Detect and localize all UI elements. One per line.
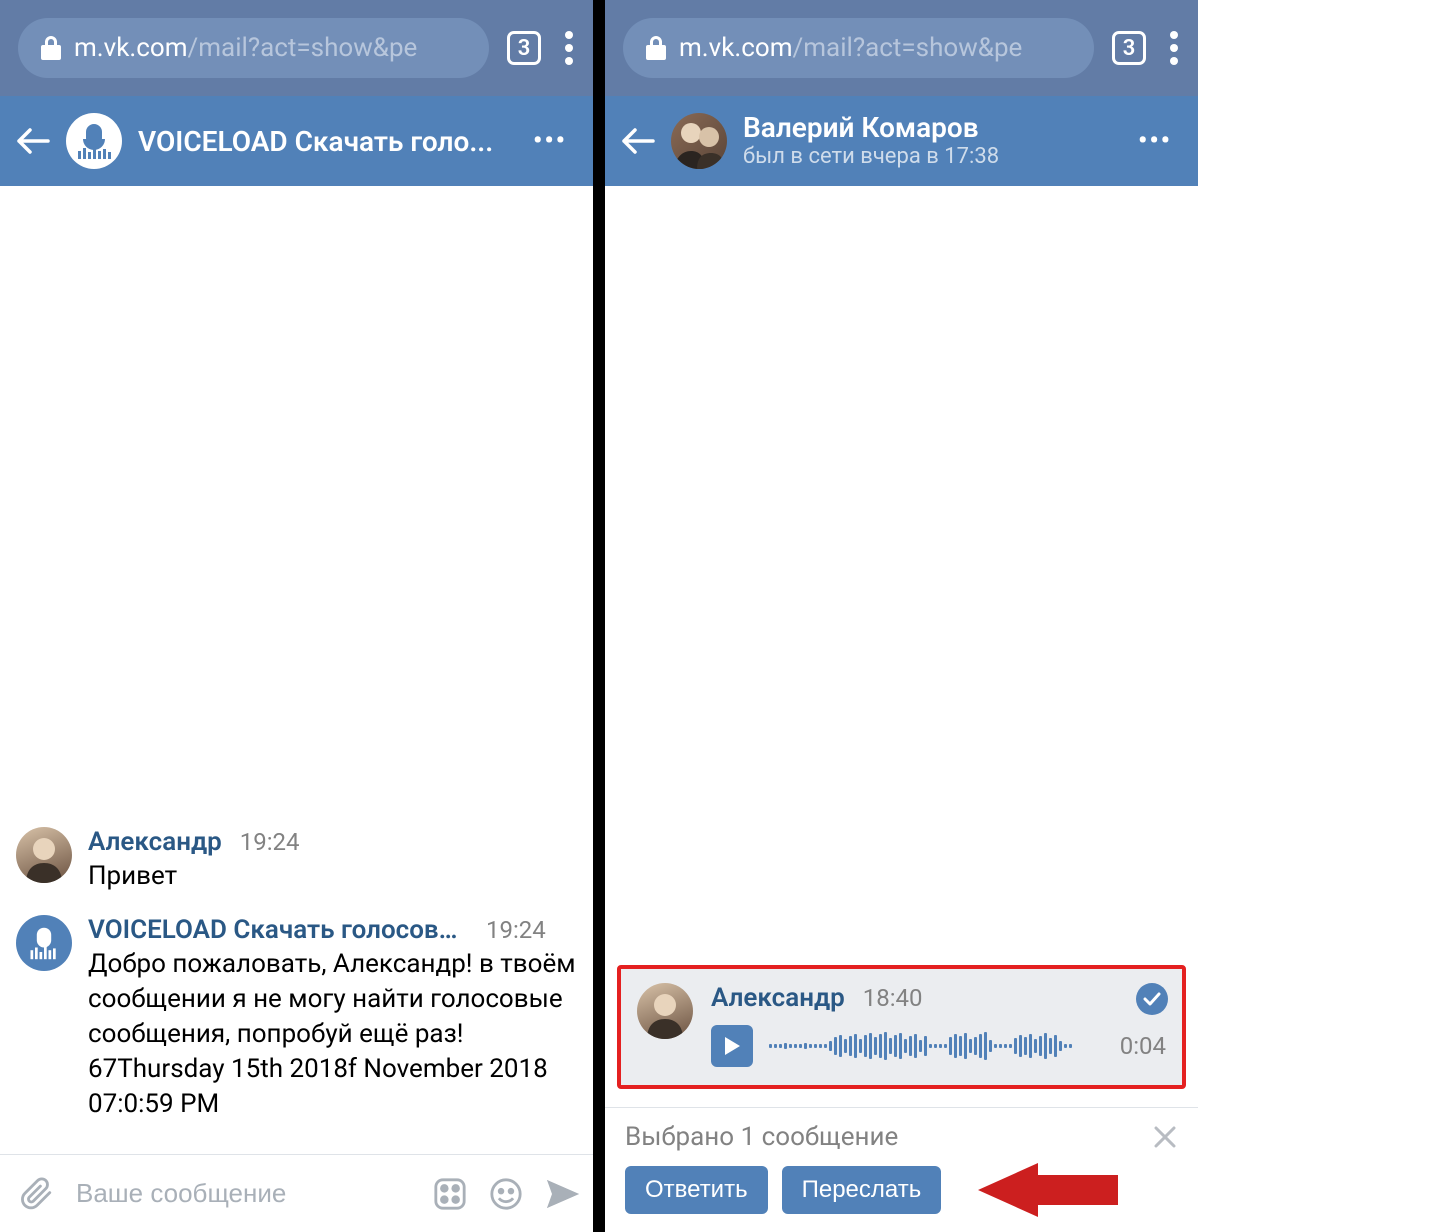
- browser-chrome: m.vk.com /mail?act=show&pe 3: [605, 0, 1198, 96]
- send-icon[interactable]: [545, 1178, 581, 1210]
- split-divider: [593, 0, 605, 1232]
- play-button[interactable]: [711, 1025, 753, 1067]
- chat-status: был в сети вчера в 17:38: [743, 144, 1112, 170]
- reply-button[interactable]: Ответить: [625, 1166, 768, 1214]
- filler: [1198, 0, 1450, 1232]
- selected-check-icon: [1136, 983, 1168, 1015]
- chat-avatar[interactable]: [66, 113, 122, 169]
- browser-menu-icon[interactable]: [559, 31, 579, 65]
- right-screenshot: m.vk.com /mail?act=show&pe 3 Валерий Ком…: [605, 0, 1198, 1232]
- url-bar[interactable]: m.vk.com /mail?act=show&pe: [18, 18, 489, 78]
- avatar[interactable]: [637, 983, 693, 1039]
- message-time: 18:40: [863, 984, 923, 1012]
- message-text: Привет: [88, 859, 577, 894]
- selected-message[interactable]: Александр 18:40 0:04: [617, 965, 1186, 1089]
- message[interactable]: Александр 19:24 Привет: [16, 827, 577, 894]
- dice-icon[interactable]: [433, 1177, 467, 1211]
- chat-body[interactable]: Александр 18:40 0:04: [605, 186, 1198, 1107]
- url-path: /mail?act=show&pe: [188, 33, 418, 63]
- message-input[interactable]: [76, 1178, 411, 1209]
- chat-header: VOICELOAD Скачать голо... •••: [0, 96, 593, 186]
- emoji-icon[interactable]: [489, 1177, 523, 1211]
- close-selection-icon[interactable]: [1152, 1124, 1178, 1150]
- lock-icon: [645, 36, 667, 60]
- composer: [0, 1154, 593, 1232]
- selection-count-label: Выбрано 1 сообщение: [625, 1122, 898, 1152]
- tab-switcher[interactable]: 3: [507, 31, 541, 65]
- url-domain: m.vk.com: [679, 33, 793, 63]
- message-time: 19:24: [486, 916, 546, 944]
- url-domain: m.vk.com: [74, 33, 188, 63]
- annotation-arrow-icon: [978, 1163, 1118, 1217]
- avatar[interactable]: [16, 915, 72, 971]
- url-bar[interactable]: m.vk.com /mail?act=show&pe: [623, 18, 1094, 78]
- more-options-icon[interactable]: •••: [523, 116, 577, 166]
- browser-chrome: m.vk.com /mail?act=show&pe 3: [0, 0, 593, 96]
- chat-avatar[interactable]: [671, 113, 727, 169]
- waveform[interactable]: [769, 1028, 1104, 1064]
- message-author[interactable]: VOICELOAD Скачать голосовое с…: [88, 915, 468, 945]
- chat-title[interactable]: Валерий Комаров: [743, 111, 1112, 144]
- message-time: 19:24: [240, 828, 300, 856]
- avatar[interactable]: [16, 827, 72, 883]
- attach-icon[interactable]: [20, 1177, 54, 1211]
- back-button[interactable]: [621, 127, 655, 155]
- chat-title[interactable]: VOICELOAD Скачать голо...: [138, 125, 507, 158]
- left-screenshot: m.vk.com /mail?act=show&pe 3 VOICELOAD С…: [0, 0, 593, 1232]
- message-author[interactable]: Александр: [711, 983, 845, 1013]
- message[interactable]: VOICELOAD Скачать голосовое с… 19:24 Доб…: [16, 915, 577, 1122]
- tab-switcher[interactable]: 3: [1112, 31, 1146, 65]
- lock-icon: [40, 36, 62, 60]
- more-options-icon[interactable]: •••: [1128, 116, 1182, 166]
- browser-menu-icon[interactable]: [1164, 31, 1184, 65]
- forward-button[interactable]: Переслать: [782, 1166, 942, 1214]
- back-button[interactable]: [16, 127, 50, 155]
- voice-duration: 0:04: [1120, 1032, 1166, 1060]
- message-text: Добро пожаловать, Александр! в твоём соо…: [88, 947, 577, 1122]
- chat-header: Валерий Комаров был в сети вчера в 17:38…: [605, 96, 1198, 186]
- voice-message: 0:04: [711, 1025, 1166, 1067]
- chat-body[interactable]: Александр 19:24 Привет VOICELOAD Скачать…: [0, 186, 593, 1154]
- url-path: /mail?act=show&pe: [793, 33, 1023, 63]
- message-author[interactable]: Александр: [88, 827, 222, 857]
- selection-bar: Выбрано 1 сообщение Ответить Переслать: [605, 1107, 1198, 1232]
